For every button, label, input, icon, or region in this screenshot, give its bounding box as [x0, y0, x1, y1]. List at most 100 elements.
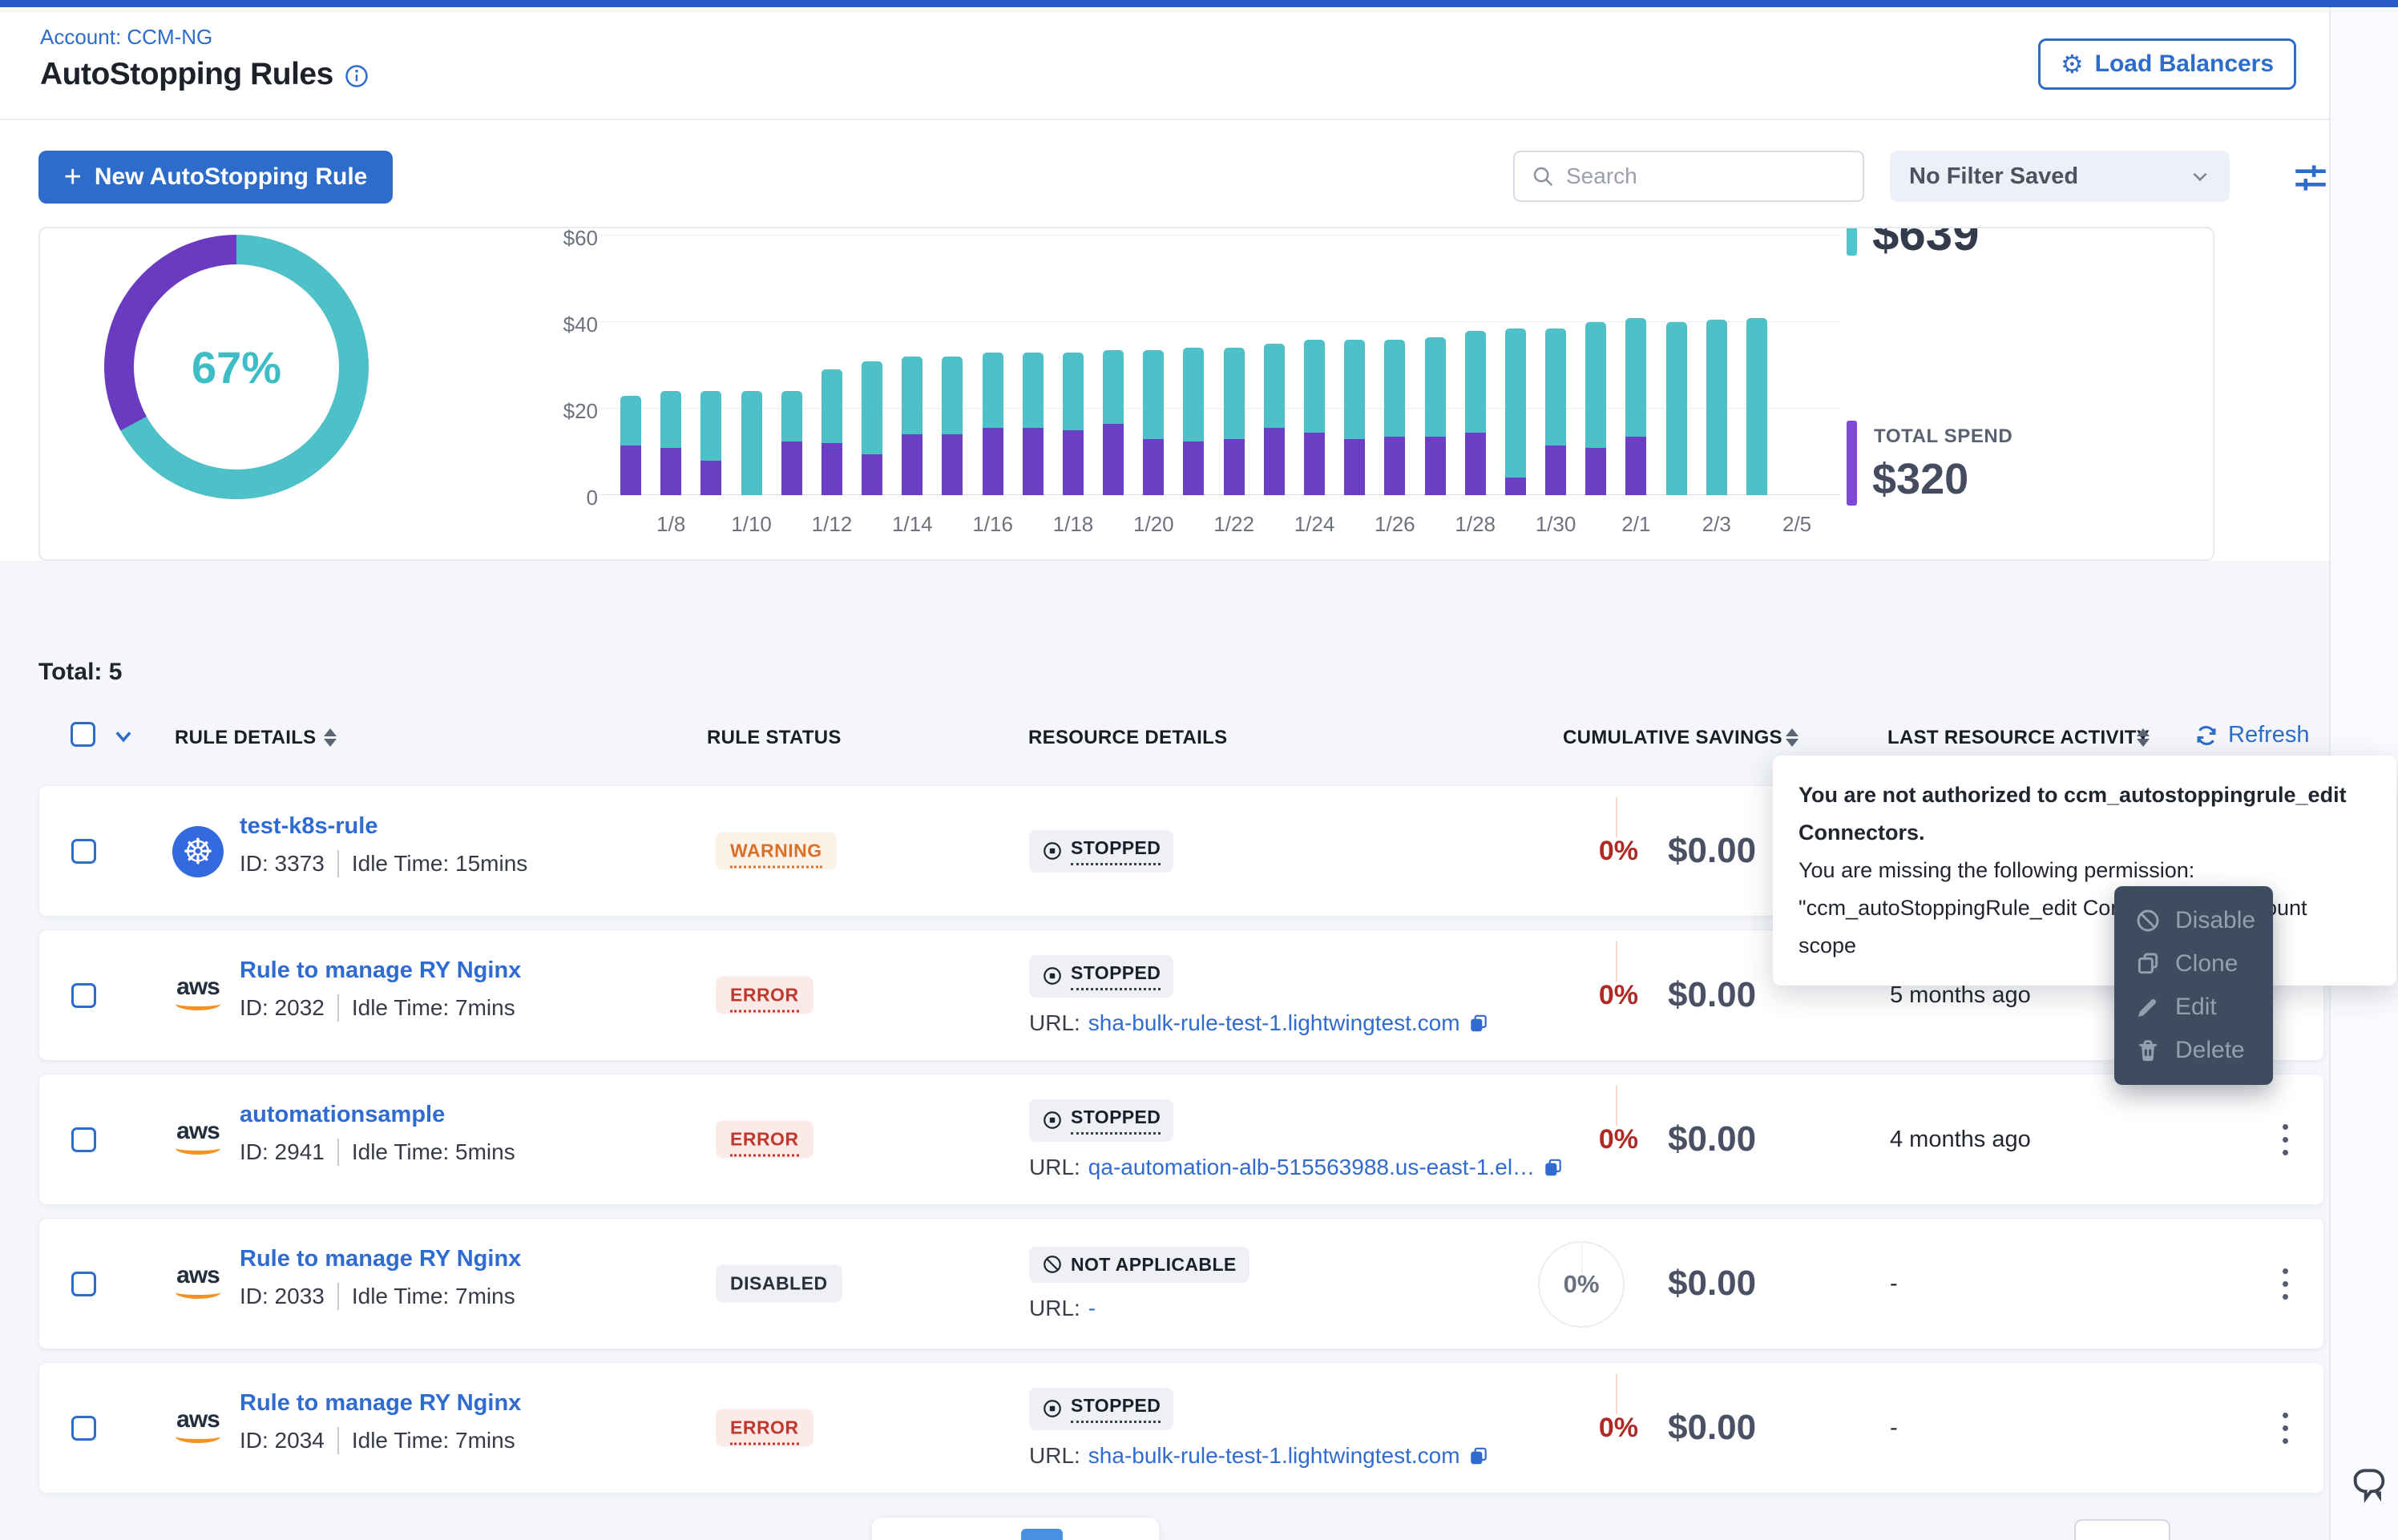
filter-sliders-icon[interactable] [2291, 158, 2331, 196]
x-axis-tick-label: 1/16 [972, 512, 1013, 537]
col-rule-details: RULE DETAILS [175, 727, 317, 749]
stacked-bar [1465, 236, 1486, 495]
rule-status-text: ERROR [730, 985, 799, 1013]
rule-id: ID: 2034 [240, 1428, 325, 1453]
y-axis-tick-label: 0 [521, 486, 598, 510]
rule-idle-time: Idle Time: 15mins [352, 851, 527, 877]
bar-segment-spend [1224, 439, 1245, 495]
bar-slot [932, 236, 972, 495]
sort-cumulative-savings-icon[interactable] [1786, 725, 1798, 749]
resource-details-cell: NOT APPLICABLE URL: - [1029, 1219, 1249, 1349]
cumulative-savings-percent: 0% [1518, 786, 1638, 916]
resource-url-link[interactable]: sha-bulk-rule-test-1.lightwingtest.com [1088, 1010, 1460, 1036]
menu-item-clone[interactable]: Clone [2135, 950, 2252, 978]
load-balancers-button[interactable]: ⚙ Load Balancers [2038, 38, 2296, 90]
rule-status-badge: ERROR [716, 1409, 813, 1447]
bar-segment-savings [1545, 329, 1566, 445]
bar-slot [1173, 236, 1213, 495]
new-autostopping-rule-button[interactable]: + New AutoStopping Rule [38, 151, 393, 204]
resource-state-text: STOPPED [1071, 837, 1161, 865]
copy-icon[interactable] [1468, 1012, 1489, 1034]
col-last-resource-activity: LAST RESOURCE ACTIVITY [1887, 727, 2150, 749]
disable-icon [2135, 908, 2161, 933]
bar-segment-spend [1425, 437, 1446, 495]
rule-name-link[interactable]: Rule to manage RY Nginx [240, 957, 521, 984]
select-all-checkbox[interactable] [71, 722, 95, 747]
last-resource-activity: - [1890, 1219, 1898, 1349]
row-actions-kebab-icon[interactable] [2261, 1219, 2309, 1349]
bar-segment-spend [620, 445, 641, 495]
stacked-bar [781, 236, 802, 495]
stacked-bar [1264, 236, 1285, 495]
rule-status-text: DISABLED [730, 1273, 828, 1294]
x-axis-tick-label: 1/12 [812, 512, 853, 537]
row-actions-kebab-icon[interactable] [2261, 1363, 2309, 1493]
sort-rule-details-icon[interactable] [324, 725, 337, 749]
rule-name-link[interactable]: Rule to manage RY Nginx [240, 1390, 521, 1417]
resource-state-badge: STOPPED [1029, 1388, 1173, 1430]
row-actions-kebab-icon[interactable] [2261, 1074, 2309, 1204]
cumulative-savings-percent: 0% [1518, 1074, 1638, 1204]
x-axis-tick-label: 1/18 [1053, 512, 1094, 537]
bar-slot [852, 236, 892, 495]
bar-slot: 2/3 [1697, 236, 1737, 495]
row-checkbox[interactable] [71, 983, 96, 1008]
account-breadcrumb[interactable]: Account: CCM-NG [40, 25, 212, 50]
rule-name-link[interactable]: test-k8s-rule [240, 813, 377, 840]
resource-state-text: STOPPED [1071, 1107, 1161, 1135]
chat-help-icon[interactable] [2348, 1467, 2390, 1509]
bar-segment-spend [822, 443, 842, 495]
resource-details-cell: STOPPED URL: sha-bulk-rule-test-1.lightw… [1029, 1363, 1489, 1493]
row-checkbox[interactable] [71, 1272, 96, 1296]
bar-segment-savings [1706, 320, 1727, 495]
x-axis-tick-label: 1/28 [1455, 512, 1496, 537]
stacked-bar [1625, 236, 1646, 495]
col-rule-status: RULE STATUS [707, 727, 842, 749]
rule-name-link[interactable]: Rule to manage RY Nginx [240, 1246, 521, 1272]
copy-icon[interactable] [1468, 1445, 1489, 1467]
row-checkbox[interactable] [71, 839, 96, 864]
row-checkbox[interactable] [71, 1416, 96, 1441]
rule-name-link[interactable]: automationsample [240, 1102, 445, 1128]
search-input[interactable] [1566, 163, 1847, 189]
url-prefix: URL: [1029, 1010, 1080, 1036]
resource-url-link[interactable]: qa-automation-alb-515563988.us-east-1.el… [1088, 1155, 1535, 1180]
savings-tick [1616, 1086, 1617, 1126]
resource-state-text: NOT APPLICABLE [1071, 1254, 1237, 1276]
savings-percent-label: 67% [104, 235, 369, 499]
bar-segment-savings [1585, 322, 1606, 448]
rule-id: ID: 2941 [240, 1139, 325, 1165]
bar-slot [1576, 236, 1616, 495]
pagination-current-page[interactable] [1021, 1529, 1063, 1540]
info-icon[interactable] [345, 64, 369, 88]
url-prefix: URL: [1029, 1443, 1080, 1469]
row-checkbox[interactable] [71, 1127, 96, 1152]
aws-icon: aws [171, 1264, 225, 1308]
select-menu-chevron-icon[interactable] [112, 725, 135, 748]
refresh-icon [2194, 724, 2218, 748]
load-balancers-label: Load Balancers [2095, 50, 2274, 78]
bar-segment-savings [1384, 340, 1405, 437]
stacked-bar [741, 236, 762, 495]
x-axis-tick-label: 1/8 [656, 512, 685, 537]
resource-url-link[interactable]: sha-bulk-rule-test-1.lightwingtest.com [1088, 1443, 1460, 1469]
pagination[interactable] [872, 1518, 1159, 1540]
menu-item-delete[interactable]: Delete [2135, 1037, 2252, 1064]
stacked-bar [1143, 236, 1164, 495]
saved-filter-select[interactable]: No Filter Saved [1890, 151, 2230, 202]
menu-item-edit[interactable]: Edit [2135, 994, 2252, 1021]
x-axis-tick-label: 1/10 [731, 512, 772, 537]
resource-url-line: URL: - [1029, 1296, 1249, 1321]
savings-tick [1616, 797, 1617, 837]
bar-segment-spend [1344, 439, 1365, 495]
stacked-bar [1585, 236, 1606, 495]
bar-slot: 1/30 [1536, 236, 1576, 495]
bar-segment-spend [781, 441, 802, 496]
bar-segment-savings [781, 391, 802, 441]
subtext-divider [337, 850, 339, 877]
refresh-button[interactable]: Refresh [2194, 722, 2310, 748]
sort-last-activity-icon[interactable] [2137, 725, 2150, 749]
bottom-partial-button[interactable] [2074, 1519, 2170, 1540]
resource-url-link[interactable]: - [1088, 1296, 1096, 1321]
menu-item-disable[interactable]: Disable [2135, 907, 2252, 934]
